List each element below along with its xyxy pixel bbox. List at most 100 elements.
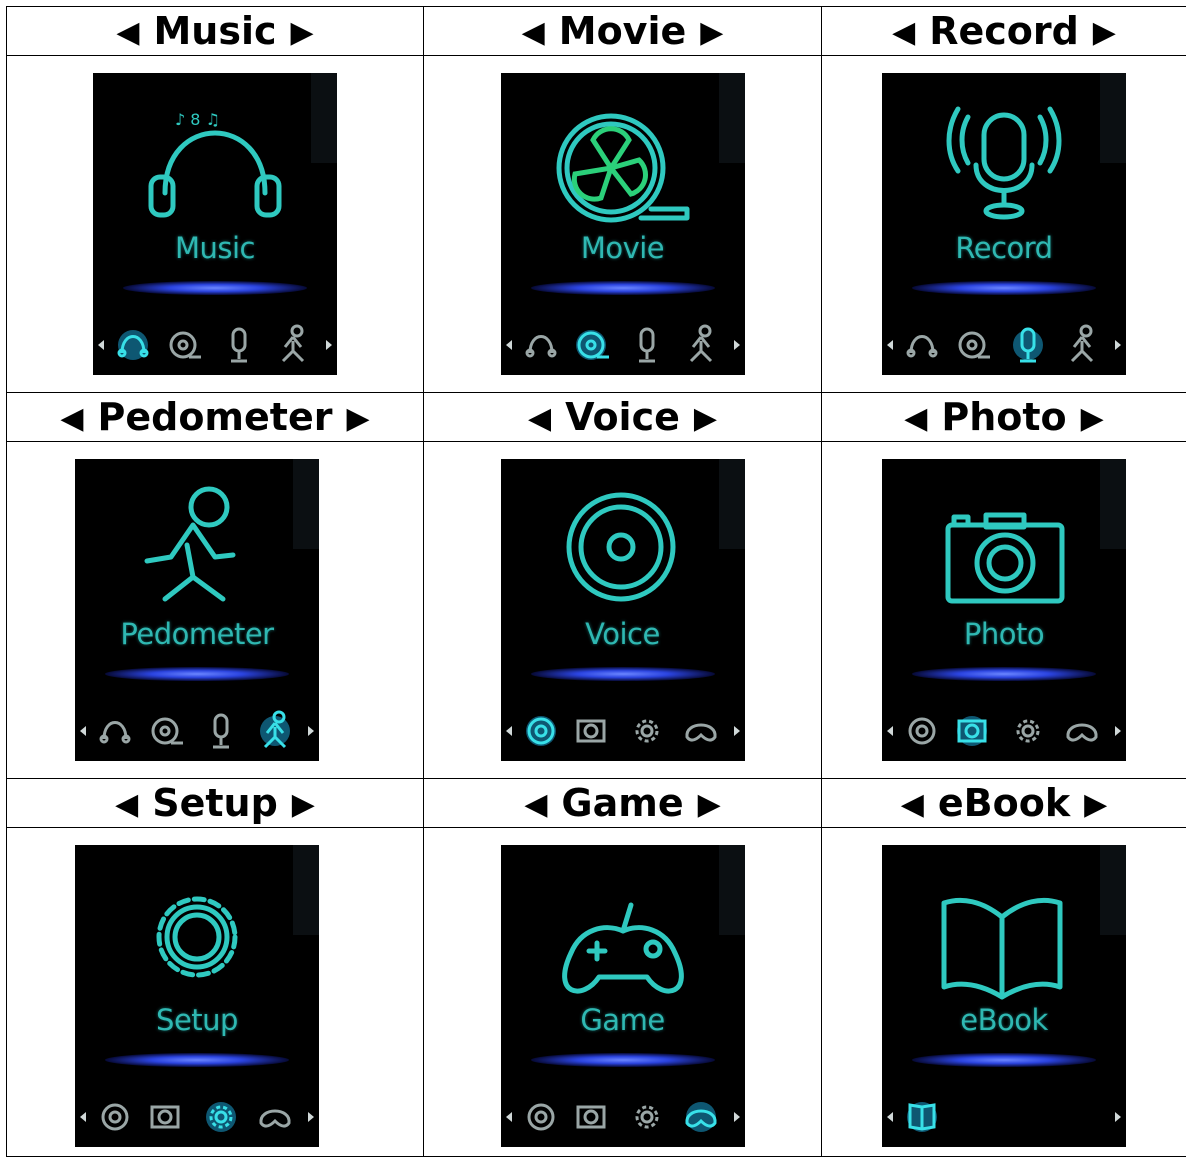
arrow-left-icon: ◀ <box>528 401 552 436</box>
svg-text:♪ 8 ♫: ♪ 8 ♫ <box>175 110 220 129</box>
bar-left-arrow <box>80 1112 86 1122</box>
icon-bar <box>75 701 319 761</box>
menu-title-label: Game <box>561 781 684 825</box>
device-screen: Game <box>500 845 745 1147</box>
menu-title-label: Photo <box>941 395 1067 439</box>
header-row: ◀ Pedometer ▶ ◀ Voice ▶ ◀ Photo ▶ <box>6 392 1186 442</box>
bar-headphones-icon <box>525 335 556 358</box>
bar-right-arrow <box>733 726 740 736</box>
icon-bar <box>882 1087 1126 1147</box>
arrow-right-icon: ▶ <box>1092 15 1116 50</box>
icon-bar <box>882 315 1126 375</box>
menu-title-label: Music <box>153 9 277 53</box>
bar-right-arrow <box>326 340 332 350</box>
menu-title-pedometer: ◀ Pedometer ▶ <box>6 392 424 442</box>
bar-book-icon <box>907 1102 937 1132</box>
selection-glow <box>105 667 289 681</box>
arrow-right-icon: ▶ <box>1080 401 1104 436</box>
selection-glow <box>912 1053 1096 1067</box>
arrow-left-icon: ◀ <box>60 401 84 436</box>
bar-camera-icon <box>576 1105 605 1129</box>
bar-runner-icon <box>1070 324 1094 363</box>
arrow-right-icon: ▶ <box>693 401 717 436</box>
selection-glow <box>123 281 307 295</box>
bar-gear-icon <box>635 719 658 743</box>
icon-bar <box>501 315 745 375</box>
bar-right-arrow <box>308 726 314 736</box>
screen-cell-movie: Movie <box>423 55 822 393</box>
device-screen: Photo <box>882 459 1126 761</box>
bar-speaker-icon <box>101 1103 129 1131</box>
icon-bar <box>75 1087 319 1147</box>
arrow-left-icon: ◀ <box>524 787 548 822</box>
selection-glow <box>912 667 1096 681</box>
device-screen: Record <box>882 73 1126 375</box>
bar-left-arrow <box>887 1112 893 1122</box>
bar-left-arrow <box>80 726 86 736</box>
screen-row: Pedometer Voice Photo <box>6 441 1186 779</box>
menu-title-setup: ◀ Setup ▶ <box>6 778 424 828</box>
bar-gamepad-icon <box>259 1109 291 1128</box>
screen-cell-voice: Voice <box>423 441 822 779</box>
screen-label: Pedometer <box>120 617 274 651</box>
icon-bar <box>501 701 745 761</box>
screen-cell-setup: Setup <box>6 827 424 1157</box>
device-screen: Pedometer <box>75 459 319 761</box>
arrow-right-icon: ▶ <box>290 15 314 50</box>
bar-right-arrow <box>1115 1112 1121 1122</box>
bar-camera-icon <box>150 1105 180 1129</box>
bar-left-arrow <box>505 726 512 736</box>
bar-headphones-icon <box>906 335 938 358</box>
bar-film-reel-icon <box>958 331 990 359</box>
bar-right-arrow <box>1115 726 1121 736</box>
arrow-right-icon: ▶ <box>697 787 721 822</box>
bar-right-arrow <box>308 1112 314 1122</box>
arrow-left-icon: ◀ <box>116 15 140 50</box>
bar-gamepad-icon <box>685 1102 716 1132</box>
selection-glow <box>912 281 1096 295</box>
screen-label: Record <box>955 231 1053 265</box>
bar-left-arrow <box>887 726 893 736</box>
bar-runner-icon <box>260 710 290 749</box>
screen-row: ♪ 8 ♫ Music Movie Record <box>6 55 1186 393</box>
screen-cell-photo: Photo <box>821 441 1186 779</box>
bar-speaker-icon <box>525 716 556 746</box>
menu-grid: ◀ Music ▶ ◀ Movie ▶ ◀ Record ▶ ♪ 8 ♫ Music Movie … <box>6 6 1186 1157</box>
bar-microphone-icon <box>1013 327 1043 363</box>
bar-film-reel-icon <box>169 331 201 359</box>
device-screen: Movie <box>500 73 745 375</box>
icon-bar <box>501 1087 745 1147</box>
arrow-right-icon: ▶ <box>346 401 370 436</box>
bar-film-reel-icon <box>575 330 609 360</box>
header-row: ◀ Music ▶ ◀ Movie ▶ ◀ Record ▶ <box>6 6 1186 56</box>
arrow-left-icon: ◀ <box>892 15 916 50</box>
screen-label: Movie <box>580 231 665 265</box>
screen-cell-pedometer: Pedometer <box>6 441 424 779</box>
bar-right-arrow <box>733 340 740 350</box>
screen-cell-game: Game <box>423 827 822 1157</box>
selection-glow <box>530 667 715 681</box>
screen-label: Game <box>580 1003 665 1037</box>
arrow-right-icon: ▶ <box>1084 787 1108 822</box>
screen-label: Setup <box>156 1003 238 1037</box>
menu-title-photo: ◀ Photo ▶ <box>821 392 1186 442</box>
device-screen: eBook <box>882 845 1126 1147</box>
selection-glow <box>530 281 715 295</box>
selection-glow <box>530 1053 715 1067</box>
menu-title-voice: ◀ Voice ▶ <box>423 392 822 442</box>
menu-title-ebook: ◀ eBook ▶ <box>821 778 1186 828</box>
bar-speaker-icon <box>908 717 936 745</box>
menu-title-label: Voice <box>565 395 680 439</box>
menu-title-game: ◀ Game ▶ <box>423 778 822 828</box>
device-screen: ♪ 8 ♫ Music <box>93 73 337 375</box>
bar-camera-icon <box>576 719 605 743</box>
bar-right-arrow <box>1115 340 1121 350</box>
bar-left-arrow <box>505 340 512 350</box>
menu-title-label: Movie <box>558 9 687 53</box>
menu-title-label: Record <box>929 9 1079 53</box>
bar-gear-icon <box>635 1105 658 1129</box>
menu-title-label: eBook <box>937 781 1071 825</box>
icon-bar <box>882 701 1126 761</box>
screen-cell-music: ♪ 8 ♫ Music <box>6 55 424 393</box>
bar-left-arrow <box>887 340 893 350</box>
